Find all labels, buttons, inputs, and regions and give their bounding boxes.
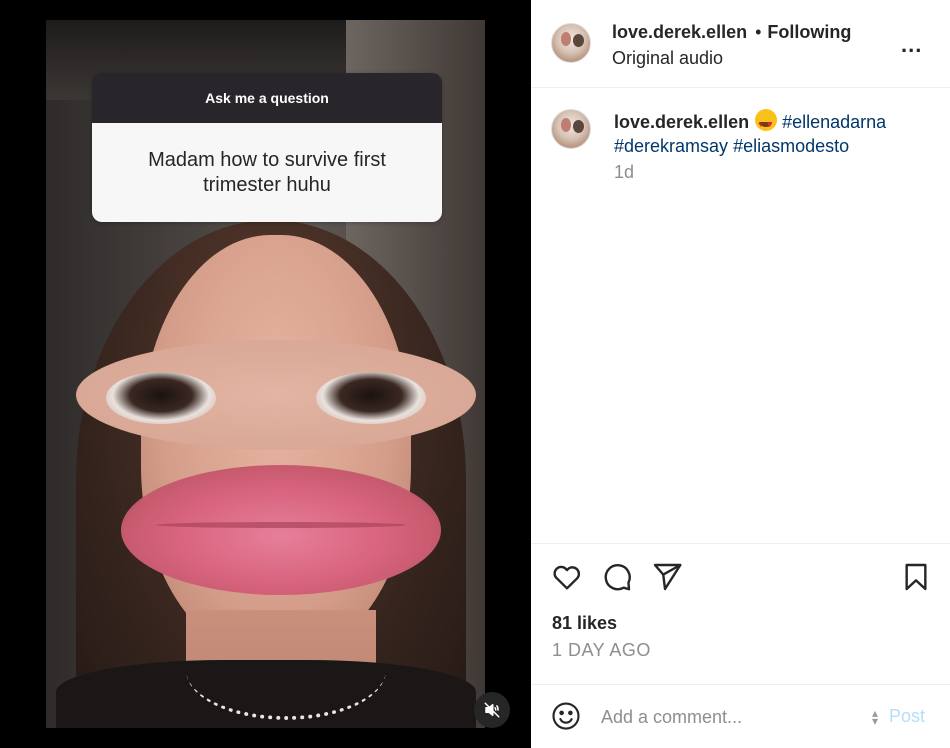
media-panel: Ask me a question Madam how to survive f…: [0, 0, 531, 748]
avatar[interactable]: [551, 109, 591, 149]
video-lip-line: [156, 522, 406, 528]
share-icon[interactable]: [651, 561, 683, 593]
caption-area: love.derek.ellen #ellenadarna #derekramsa…: [531, 89, 950, 544]
muted-speaker-icon: [484, 702, 500, 718]
post-header-line: love.derek.ellen • Following: [612, 22, 851, 43]
question-sticker: Ask me a question Madam how to survive f…: [92, 73, 442, 222]
video-eye-right: [316, 372, 426, 424]
caption-timestamp[interactable]: 1d: [614, 162, 634, 183]
likes-count[interactable]: 81 likes: [552, 613, 617, 634]
username-link[interactable]: love.derek.ellen: [612, 22, 747, 43]
following-button[interactable]: Following: [767, 22, 851, 43]
video-lips-filter: [121, 465, 441, 595]
hashtag-link[interactable]: #eliasmodesto: [733, 136, 849, 156]
post-sidebar: love.derek.ellen • Following Original au…: [531, 0, 950, 748]
hashtag-link[interactable]: #derekramsay: [614, 136, 728, 156]
hashtag-link[interactable]: #ellenadarna: [782, 112, 886, 132]
mute-button[interactable]: [474, 692, 510, 728]
separator-dot: •: [755, 22, 762, 42]
bookmark-icon[interactable]: [900, 561, 932, 593]
video-eye-left: [106, 372, 216, 424]
post-header: love.derek.ellen • Following Original au…: [531, 0, 950, 88]
question-sticker-text: Madam how to survive first trimester huh…: [92, 123, 442, 222]
star-struck-emoji-icon: [755, 109, 778, 136]
avatar[interactable]: [551, 23, 591, 63]
video-necklace: [186, 620, 386, 720]
caption-text: love.derek.ellen #ellenadarna #derekramsa…: [614, 109, 934, 158]
comment-icon[interactable]: [601, 561, 633, 593]
caption-username-link[interactable]: love.derek.ellen: [614, 112, 749, 132]
resize-handle-icon: ▴ ▾: [872, 706, 879, 728]
heart-icon[interactable]: [551, 561, 583, 593]
post-timestamp: 1 DAY AGO: [552, 640, 651, 660]
more-options-button[interactable]: ...: [901, 32, 922, 58]
emoji-picker-icon[interactable]: [551, 701, 581, 731]
post-comment-button[interactable]: Post: [889, 706, 925, 727]
audio-link[interactable]: Original audio: [612, 48, 723, 69]
question-sticker-header: Ask me a question: [92, 73, 442, 123]
comment-input[interactable]: [601, 701, 861, 733]
post-actions: 81 likes 1 DAY AGO: [531, 545, 950, 685]
comment-bar: ▴▾ Post: [531, 684, 950, 748]
